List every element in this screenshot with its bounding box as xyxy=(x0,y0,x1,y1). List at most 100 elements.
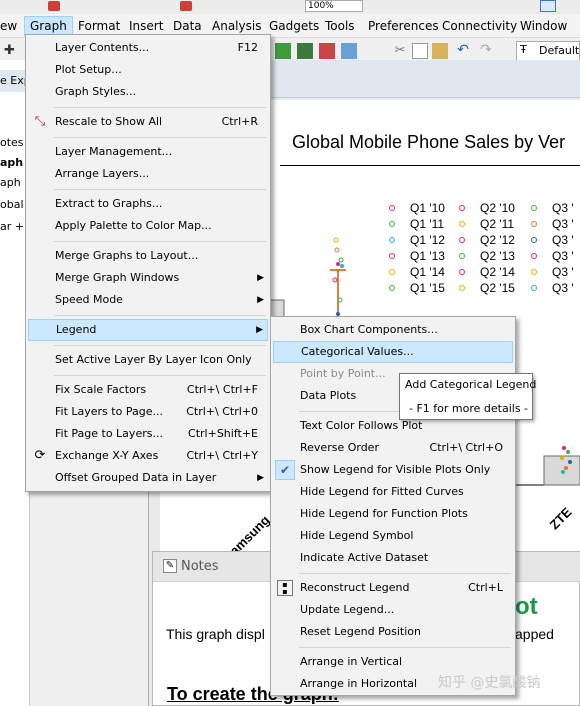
cut-icon[interactable]: ✂ xyxy=(392,43,408,59)
menu-item-extract-graphs[interactable]: Extract to Graphs... xyxy=(28,193,268,215)
menu-bar: 100% ew Graph Format Insert Data Analysi… xyxy=(0,0,580,38)
menu-item-exchange-xy[interactable]: ⟳ Exchange X-Y Axes Ctrl+\ Ctrl+Y xyxy=(28,445,268,467)
menu-item-set-active-layer[interactable]: Set Active Layer By Layer Icon Only xyxy=(28,349,268,371)
explorer-item[interactable]: obal xyxy=(0,198,24,211)
data-point xyxy=(561,470,565,474)
watermark: 知乎 @史氯酸钠 xyxy=(438,675,541,691)
legend-symbol xyxy=(531,205,537,211)
menu-tools[interactable]: Tools xyxy=(320,16,360,36)
data-point xyxy=(340,264,344,268)
menu-item-partial[interactable]: ew xyxy=(0,16,22,36)
menu-item-merge-windows[interactable]: Merge Graph Windows ▶ xyxy=(28,267,268,289)
menu-item-update-legend[interactable]: Update Legend... xyxy=(273,599,513,621)
tooltip-title: Add Categorical Legend xyxy=(405,378,537,391)
menu-analysis[interactable]: Analysis xyxy=(207,16,266,36)
undo-icon[interactable]: ↶ xyxy=(455,42,471,58)
menu-item-layer-management[interactable]: Layer Management... xyxy=(28,141,268,163)
layout-icon[interactable] xyxy=(341,43,357,59)
notes-heading: ot xyxy=(515,593,538,620)
data-point xyxy=(333,237,339,243)
tooltip: Add Categorical Legend - F1 for more det… xyxy=(399,373,537,420)
explorer-item[interactable]: otes xyxy=(0,136,24,149)
toolbar-icon[interactable] xyxy=(180,1,192,11)
notes-icon: ✎ xyxy=(163,559,177,573)
paste-icon[interactable] xyxy=(432,43,448,59)
menu-window[interactable]: Window xyxy=(515,16,572,36)
menu-item-hide-function[interactable]: Hide Legend for Function Plots xyxy=(273,503,513,525)
submenu-arrow-icon: ▶ xyxy=(257,295,264,305)
notes-text-end: apped xyxy=(515,626,554,642)
menu-item-arrange-vertical[interactable]: Arrange in Vertical xyxy=(273,651,513,673)
menu-item-hide-symbol[interactable]: Hide Legend Symbol xyxy=(273,525,513,547)
menu-item-box-chart-components[interactable]: Box Chart Components... xyxy=(273,319,513,341)
menu-item-fit-layers[interactable]: Fit Layers to Page... Ctrl+\ Ctrl+0 xyxy=(28,401,268,423)
menu-insert[interactable]: Insert xyxy=(124,16,168,36)
notes-title: Notes xyxy=(181,559,219,574)
legend-symbol xyxy=(531,221,537,227)
redo-icon[interactable]: ↷ xyxy=(478,42,494,58)
menu-item-merge-to-layout[interactable]: Merge Graphs to Layout... xyxy=(28,245,268,267)
legend-entry: Q3 ' xyxy=(552,201,574,215)
toolbar-icon[interactable] xyxy=(48,1,60,11)
legend-entry: Q1 '10 xyxy=(410,201,445,215)
menu-item-reverse-order[interactable]: Reverse Order Ctrl+\ Ctrl+O xyxy=(273,437,513,459)
data-point xyxy=(564,466,568,470)
explorer-item[interactable]: ar + xyxy=(0,220,24,233)
legend-entry: Q3 ' xyxy=(552,217,574,231)
toolbar-icon[interactable] xyxy=(540,0,556,12)
menu-item-speed-mode[interactable]: Speed Mode ▶ xyxy=(28,289,268,311)
legend-symbol xyxy=(459,221,465,227)
data-point xyxy=(562,446,566,450)
data-point xyxy=(568,460,572,464)
submenu-arrow-icon: ▶ xyxy=(256,325,263,335)
menu-item-hide-fitted[interactable]: Hide Legend for Fitted Curves xyxy=(273,481,513,503)
data-point xyxy=(332,277,338,283)
data-point xyxy=(334,247,340,253)
zoom-dropdown[interactable]: 100% xyxy=(305,0,363,12)
menu-item-arrange-layers[interactable]: Arrange Layers... xyxy=(28,163,268,185)
menu-item-reset-position[interactable]: Reset Legend Position xyxy=(273,621,513,643)
add-layer-icon[interactable] xyxy=(297,43,313,59)
menu-item-layer-contents[interactable]: Layer Contents... F12 xyxy=(28,37,268,59)
add-plot-icon[interactable] xyxy=(275,43,291,59)
top-toolbar: 100% xyxy=(0,0,580,14)
copy-icon[interactable] xyxy=(412,43,428,59)
menu-gadgets[interactable]: Gadgets xyxy=(264,16,324,36)
new-icon[interactable]: ✚ xyxy=(4,43,20,59)
menu-item-fit-page[interactable]: Fit Page to Layers... Ctrl+Shift+E xyxy=(28,423,268,445)
merge-icon[interactable] xyxy=(319,43,335,59)
notes-text: This graph displ xyxy=(166,626,265,642)
menu-item-apply-palette[interactable]: Apply Palette to Color Map... xyxy=(28,215,268,237)
data-point xyxy=(560,456,564,460)
menu-format[interactable]: Format xyxy=(73,16,125,36)
submenu-arrow-icon: ▶ xyxy=(257,273,264,283)
menu-item-reconstruct-legend[interactable]: ▪ ▪ Reconstruct Legend Ctrl+L xyxy=(273,577,513,599)
menu-item-legend[interactable]: Legend ▶ xyxy=(28,319,268,341)
menu-item-plot-setup[interactable]: Plot Setup... xyxy=(28,59,268,81)
menu-graph[interactable]: Graph xyxy=(24,16,73,36)
menu-item-fix-scale[interactable]: Fix Scale Factors Ctrl+\ Ctrl+F xyxy=(28,379,268,401)
legend-entry: Q2 '11 xyxy=(480,217,515,231)
menu-preferences[interactable]: Preferences xyxy=(363,16,444,36)
font-icon: Ŧ xyxy=(520,43,527,56)
menu-item-graph-styles[interactable]: Graph Styles... xyxy=(28,81,268,103)
menu-item-rescale[interactable]: ⤡ Rescale to Show All Ctrl+R xyxy=(28,111,268,133)
menu-data[interactable]: Data xyxy=(168,16,207,36)
explorer-item[interactable]: aph xyxy=(0,176,21,189)
checkmark-icon: ✔ xyxy=(275,460,295,480)
menu-item-indicate-active[interactable]: Indicate Active Dataset xyxy=(273,547,513,569)
font-dropdown[interactable]: Ŧ Default xyxy=(516,41,580,61)
rescale-icon: ⤡ xyxy=(34,114,46,129)
explorer-item[interactable]: aph xyxy=(0,156,23,169)
data-point xyxy=(336,262,340,266)
menu-item-categorical-values[interactable]: Categorical Values... xyxy=(273,341,513,363)
reconstruct-legend-icon: ▪ ▪ xyxy=(277,580,293,596)
legend-symbol xyxy=(389,221,395,227)
exchange-axes-icon: ⟳ xyxy=(34,448,46,463)
legend-symbol xyxy=(459,205,465,211)
menu-connectivity[interactable]: Connectivity xyxy=(437,16,522,36)
data-point xyxy=(566,450,570,454)
chart-title[interactable]: Global Mobile Phone Sales by Ver xyxy=(292,132,565,153)
menu-item-offset-grouped[interactable]: Offset Grouped Data in Layer ▶ xyxy=(28,467,268,489)
menu-item-show-visible-only[interactable]: ✔ Show Legend for Visible Plots Only xyxy=(273,459,513,481)
